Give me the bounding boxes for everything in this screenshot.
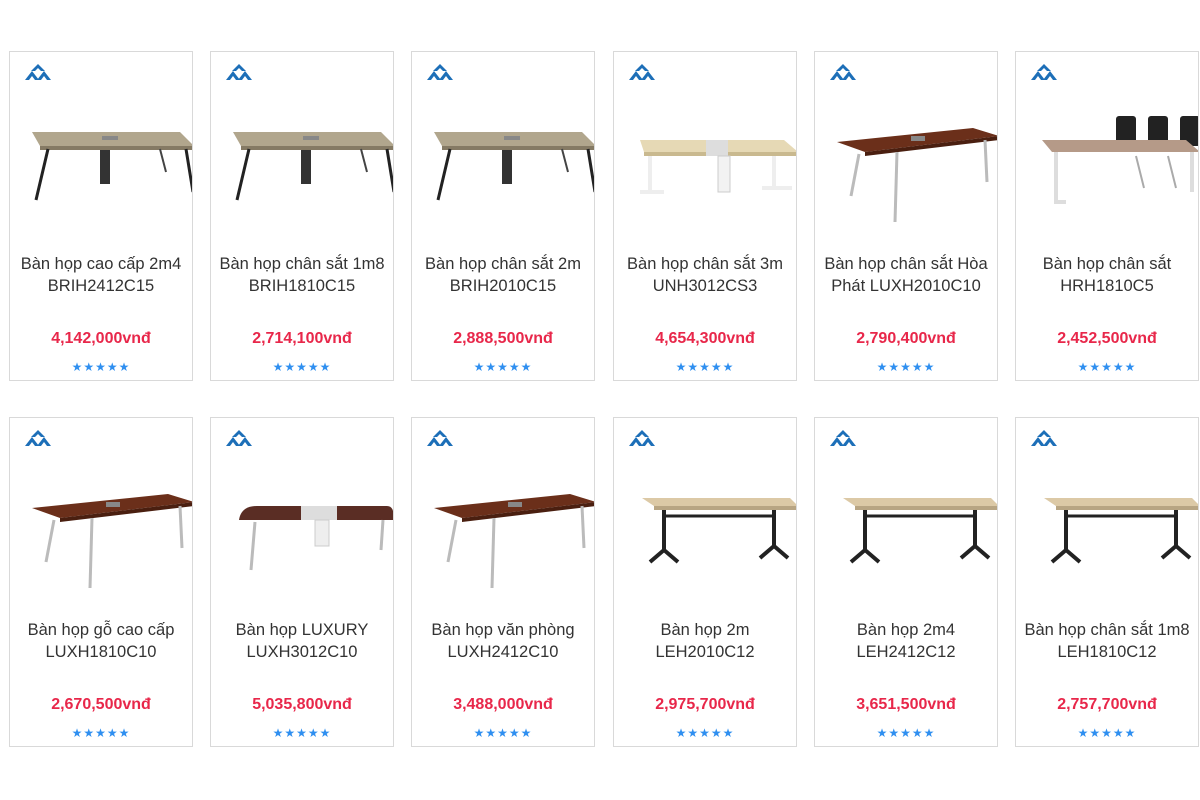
product-card[interactable]: Bàn họp văn phòng LUXH2412C10 3,488,000vn… <box>411 417 595 747</box>
product-name[interactable]: Bàn họp chân sắt Hòa Phát LUXH2010C10 <box>819 254 993 297</box>
product-card[interactable]: Bàn họp chân sắt 2m BRIH2010C15 2,888,500… <box>411 51 595 381</box>
product-card[interactable]: Bàn họp chân sắt 1m8 BRIH1810C15 2,714,10… <box>210 51 394 381</box>
product-price: 3,651,500vnđ <box>856 696 956 713</box>
product-card[interactable]: Bàn họp chân sắt 3m UNH3012CS3 4,654,300v… <box>613 51 797 381</box>
rating-stars: ★★★★★ <box>1077 360 1137 374</box>
product-price: 4,142,000vnđ <box>51 330 151 347</box>
product-price: 5,035,800vnđ <box>252 696 352 713</box>
product-price: 2,452,500vnđ <box>1057 330 1157 347</box>
rating-stars: ★★★★★ <box>272 360 332 374</box>
product-card[interactable]: Bàn họp gỗ cao cấp LUXH1810C10 2,670,500v… <box>9 417 193 747</box>
brand-logo-icon <box>224 62 254 82</box>
product-price: 2,975,700vnđ <box>655 696 755 713</box>
rating-stars: ★★★★★ <box>473 360 533 374</box>
product-price: 3,488,000vnđ <box>453 696 553 713</box>
product-image[interactable] <box>211 458 393 618</box>
rating-stars: ★★★★★ <box>473 726 533 740</box>
rating-stars: ★★★★★ <box>71 726 131 740</box>
product-price: 2,714,100vnđ <box>252 330 352 347</box>
rating-stars: ★★★★★ <box>1077 726 1137 740</box>
product-image[interactable] <box>614 458 796 618</box>
product-card[interactable]: Bàn họp chân sắt 1m8 LEH1810C12 2,757,700… <box>1015 417 1199 747</box>
brand-logo-icon <box>1029 428 1059 448</box>
brand-logo-icon <box>828 428 858 448</box>
product-name[interactable]: Bàn họp chân sắt HRH1810C5 <box>1020 254 1194 297</box>
product-price: 2,670,500vnđ <box>51 696 151 713</box>
product-image[interactable] <box>412 92 594 252</box>
brand-logo-icon <box>425 428 455 448</box>
product-image[interactable] <box>10 92 192 252</box>
product-price: 2,790,400vnđ <box>856 330 956 347</box>
product-image[interactable] <box>614 92 796 252</box>
product-price: 4,654,300vnđ <box>655 330 755 347</box>
rating-stars: ★★★★★ <box>876 726 936 740</box>
brand-logo-icon <box>425 62 455 82</box>
rating-stars: ★★★★★ <box>71 360 131 374</box>
product-image[interactable] <box>1016 92 1198 252</box>
rating-stars: ★★★★★ <box>675 726 735 740</box>
product-name[interactable]: Bàn họp cao cấp 2m4 BRIH2412C15 <box>14 254 188 297</box>
brand-logo-icon <box>828 62 858 82</box>
rating-stars: ★★★★★ <box>675 360 735 374</box>
product-card[interactable]: Bàn họp LUXURY LUXH3012C10 5,035,800vnđ ★★… <box>210 417 394 747</box>
product-name[interactable]: Bàn họp 2m LEH2010C12 <box>618 620 792 663</box>
product-price: 2,888,500vnđ <box>453 330 553 347</box>
brand-logo-icon <box>1029 62 1059 82</box>
product-image[interactable] <box>815 92 997 252</box>
product-card[interactable]: Bàn họp cao cấp 2m4 BRIH2412C15 4,142,000… <box>9 51 193 381</box>
product-name[interactable]: Bàn họp văn phòng LUXH2412C10 <box>416 620 590 663</box>
product-name[interactable]: Bàn họp chân sắt 1m8 LEH1810C12 <box>1020 620 1194 663</box>
product-image[interactable] <box>412 458 594 618</box>
product-name[interactable]: Bàn họp gỗ cao cấp LUXH1810C10 <box>14 620 188 663</box>
product-name[interactable]: Bàn họp chân sắt 2m BRIH2010C15 <box>416 254 590 297</box>
brand-logo-icon <box>23 62 53 82</box>
rating-stars: ★★★★★ <box>876 360 936 374</box>
product-name[interactable]: Bàn họp chân sắt 1m8 BRIH1810C15 <box>215 254 389 297</box>
brand-logo-icon <box>23 428 53 448</box>
product-image[interactable] <box>815 458 997 618</box>
product-card[interactable]: Bàn họp chân sắt Hòa Phát LUXH2010C10 2,7… <box>814 51 998 381</box>
rating-stars: ★★★★★ <box>272 726 332 740</box>
product-name[interactable]: Bàn họp 2m4 LEH2412C12 <box>819 620 993 663</box>
product-price: 2,757,700vnđ <box>1057 696 1157 713</box>
product-card[interactable]: Bàn họp chân sắt HRH1810C5 2,452,500vnđ ★★… <box>1015 51 1199 381</box>
product-image[interactable] <box>211 92 393 252</box>
brand-logo-icon <box>224 428 254 448</box>
product-card[interactable]: Bàn họp 2m LEH2010C12 2,975,700vnđ ★★★★★ <box>613 417 797 747</box>
product-name[interactable]: Bàn họp LUXURY LUXH3012C10 <box>215 620 389 663</box>
product-image[interactable] <box>1016 458 1198 618</box>
brand-logo-icon <box>627 62 657 82</box>
product-image[interactable] <box>10 458 192 618</box>
product-card[interactable]: Bàn họp 2m4 LEH2412C12 3,651,500vnđ ★★★★★ <box>814 417 998 747</box>
product-name[interactable]: Bàn họp chân sắt 3m UNH3012CS3 <box>618 254 792 297</box>
brand-logo-icon <box>627 428 657 448</box>
